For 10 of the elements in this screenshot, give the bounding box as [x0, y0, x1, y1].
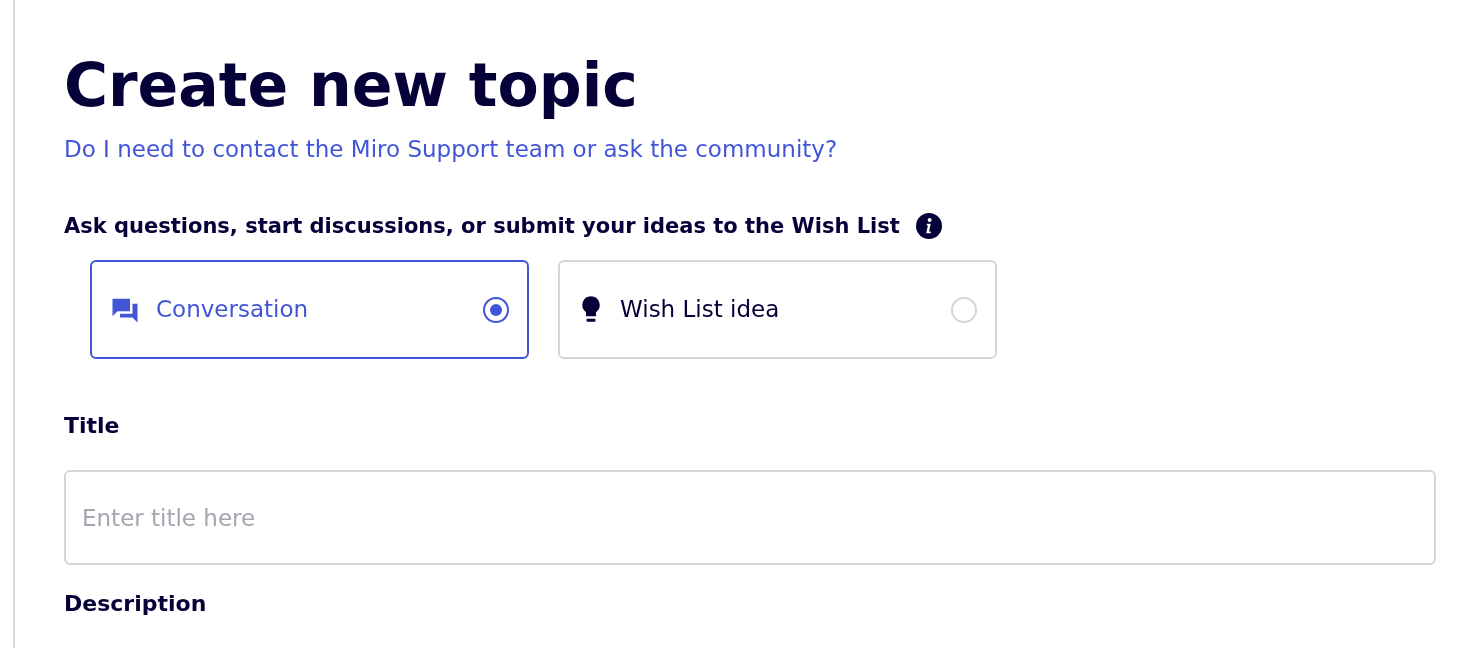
- radio-button[interactable]: [483, 296, 509, 323]
- topic-type-option[interactable]: Conversation: [90, 260, 529, 359]
- info-icon: [915, 213, 942, 240]
- help-link[interactable]: Do I need to contact the Miro Support team or ask the community?: [64, 136, 838, 162]
- topic-type-option[interactable]: Wish List idea: [558, 260, 997, 359]
- title-field[interactable]: Enter title here: [64, 470, 1436, 565]
- page-title: Create new topic: [64, 52, 639, 118]
- question-label: Ask questions, start discussions, or submit your ideas to the Wish List: [64, 212, 900, 240]
- field-label: Description: [64, 590, 208, 618]
- field-label: Title: [64, 412, 121, 440]
